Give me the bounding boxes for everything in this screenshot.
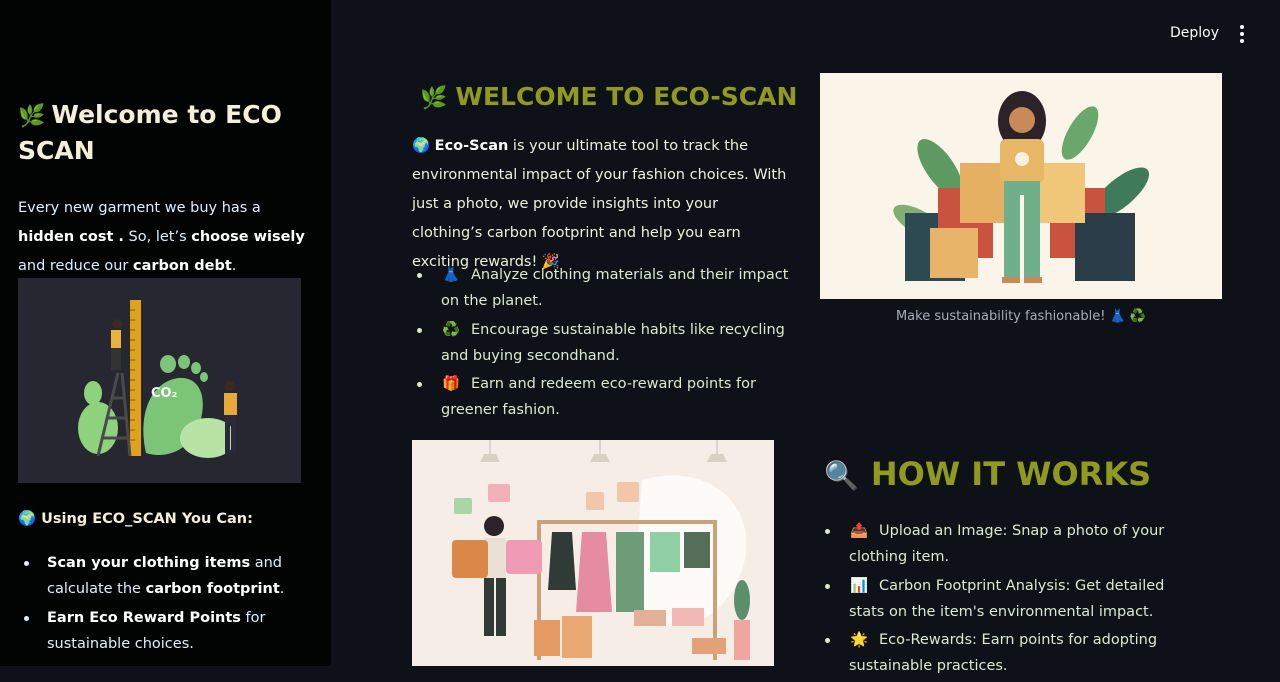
kebab-dot bbox=[1240, 32, 1244, 36]
sustainable-fashion-illustration bbox=[820, 73, 1222, 299]
globe-icon: 🌍 bbox=[412, 138, 431, 154]
item-bold: Scan your clothing items bbox=[47, 555, 251, 571]
how-it-works-title: 🔍 HOW IT WORKS bbox=[824, 455, 1151, 493]
how-it-works-list: 📤 Upload an Image: Snap a photo of your c… bbox=[820, 518, 1200, 682]
intro-text: So, let’s bbox=[123, 229, 192, 245]
carbon-footprint-illustration: CO₂ bbox=[18, 278, 301, 483]
list-item: 🎁 Earn and redeem eco-reward points for g… bbox=[412, 371, 792, 423]
upload-icon: 📤 bbox=[849, 523, 869, 539]
item-text: Encourage sustainable habits like recycl… bbox=[441, 321, 785, 364]
subheading-text: Using ECO_SCAN You Can: bbox=[41, 511, 253, 527]
intro-text: is your ultimate tool to track the envir… bbox=[412, 138, 787, 270]
bar-chart-icon: 📊 bbox=[849, 577, 869, 594]
kebab-dot bbox=[1240, 25, 1244, 29]
sidebar: 🌿 Welcome to ECO SCAN Every new garment w… bbox=[0, 0, 331, 666]
deploy-button[interactable]: Deploy bbox=[1160, 21, 1229, 45]
sidebar-title: 🌿 Welcome to ECO SCAN bbox=[18, 98, 308, 168]
co2-label: CO₂ bbox=[151, 386, 177, 401]
intro-text: and reduce our bbox=[18, 258, 133, 274]
kebab-dot bbox=[1240, 39, 1244, 43]
list-item: Scan your clothing items and calculate t… bbox=[18, 550, 308, 602]
globe-icon: 🌍 bbox=[18, 511, 37, 527]
list-item: 📊 Carbon Footprint Analysis: Get detailed… bbox=[820, 573, 1200, 625]
item-bold: Earn Eco Reward Points bbox=[47, 610, 241, 626]
intro-bold: hidden cost . bbox=[18, 229, 124, 245]
gift-icon: 🎁 bbox=[441, 376, 461, 392]
list-item: ♻️ Encourage sustainable habits like recy… bbox=[412, 317, 792, 369]
list-item: 📤 Upload an Image: Snap a photo of your c… bbox=[820, 518, 1200, 570]
page-title: 🌿 WELCOME TO ECO-SCAN bbox=[420, 82, 797, 111]
dress-icon: 👗 bbox=[441, 267, 461, 283]
list-item: 👗 Analyze clothing materials and their im… bbox=[412, 262, 792, 314]
item-bold: carbon footprint bbox=[145, 581, 280, 597]
item-text: Eco-Rewards: Earn points for adopting su… bbox=[849, 632, 1158, 674]
sidebar-feature-list: Scan your clothing items and calculate t… bbox=[18, 550, 308, 660]
sidebar-subheading: 🌍 Using ECO_SCAN You Can: bbox=[18, 510, 253, 527]
hero-caption: Make sustainability fashionable! 👗 ♻️ bbox=[895, 309, 1147, 324]
leaf-icon: 🌿 bbox=[420, 86, 448, 111]
main-menu-button[interactable] bbox=[1230, 22, 1254, 46]
magnifier-icon: 🔍 bbox=[824, 459, 859, 492]
brand-name: Eco-Scan bbox=[434, 138, 509, 154]
list-item: Earn Eco Reward Points for sustainable c… bbox=[18, 605, 308, 657]
main-intro: 🌍 Eco-Scan is your ultimate tool to trac… bbox=[412, 132, 790, 277]
item-text: Carbon Footprint Analysis: Get detailed … bbox=[849, 577, 1165, 620]
sun-icon: 🌟 bbox=[849, 632, 869, 648]
item-text: Analyze clothing materials and their imp… bbox=[441, 267, 789, 309]
page-title-text: WELCOME TO ECO-SCAN bbox=[455, 82, 798, 111]
how-title-text: HOW IT WORKS bbox=[870, 455, 1152, 493]
item-text: Upload an Image: Snap a photo of your cl… bbox=[849, 523, 1165, 565]
list-item: 🌟 Eco-Rewards: Earn points for adopting s… bbox=[820, 627, 1200, 679]
intro-bold: choose wisely bbox=[191, 229, 305, 245]
sidebar-intro: Every new garment we buy has a hidden co… bbox=[18, 194, 308, 281]
leaf-icon: 🌿 bbox=[18, 104, 46, 129]
clothing-rack-illustration bbox=[412, 440, 774, 666]
recycle-icon: ♻️ bbox=[441, 321, 461, 338]
sidebar-title-text: Welcome to ECO SCAN bbox=[18, 100, 282, 165]
intro-bold: carbon debt bbox=[132, 258, 232, 274]
item-text: Earn and redeem eco-reward points for gr… bbox=[441, 376, 756, 418]
feature-list: 👗 Analyze clothing materials and their im… bbox=[412, 262, 792, 426]
item-text: . bbox=[279, 581, 285, 597]
intro-text: Every new garment we buy has a bbox=[18, 200, 261, 216]
intro-text: . bbox=[231, 258, 237, 274]
